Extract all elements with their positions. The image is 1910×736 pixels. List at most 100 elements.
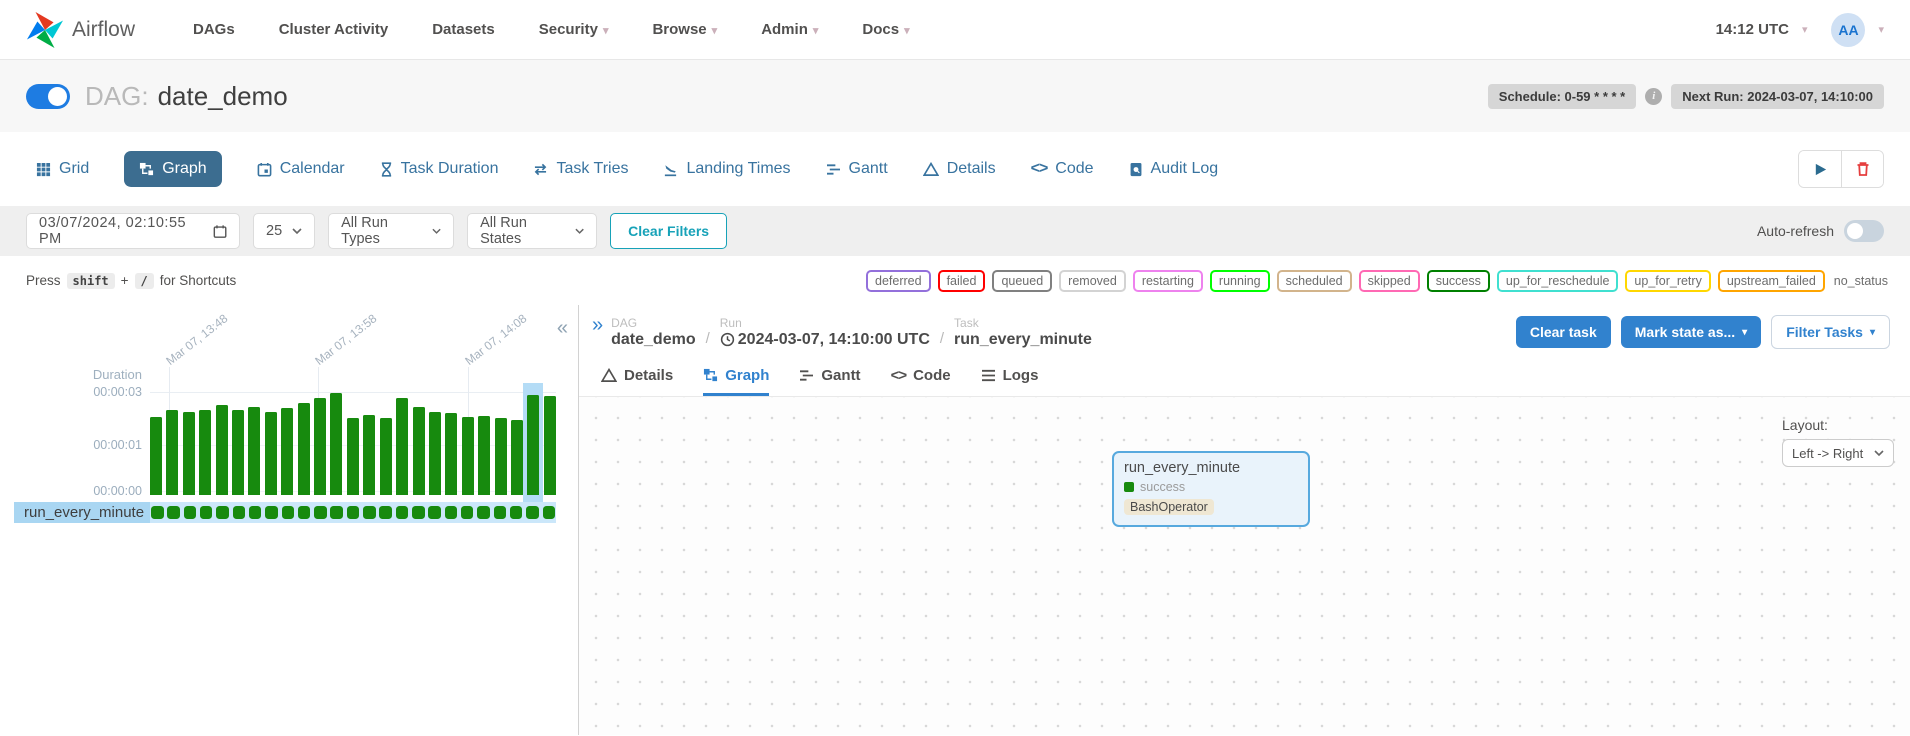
task-instance-square[interactable] [461,506,474,519]
status-badge-up-for-reschedule[interactable]: up_for_reschedule [1497,270,1619,292]
clear-task-button[interactable]: Clear task [1516,316,1611,348]
nav-item-datasets[interactable]: Datasets [432,21,495,38]
tab-landing-times[interactable]: Landing Times [663,160,790,178]
trigger-dag-button[interactable] [1799,151,1841,187]
duration-bar[interactable] [544,396,556,495]
detail-tab-logs[interactable]: Logs [981,357,1039,396]
task-instance-square[interactable] [428,506,441,519]
task-instance-square[interactable] [526,506,539,519]
task-instance-square[interactable] [282,506,295,519]
task-row-label[interactable]: run_every_minute [14,502,150,523]
status-badge-scheduled[interactable]: scheduled [1277,270,1352,292]
duration-bar[interactable] [199,410,211,495]
collapse-panel-icon[interactable]: « [557,317,568,340]
status-badge-skipped[interactable]: skipped [1359,270,1420,292]
duration-bar[interactable] [248,407,260,495]
airflow-brand[interactable]: Airflow [26,11,135,49]
task-instance-square[interactable] [396,506,409,519]
task-instance-square[interactable] [445,506,458,519]
status-badge-success[interactable]: success [1427,270,1490,292]
avatar[interactable]: AA [1831,13,1865,47]
nav-item-security[interactable]: Security▾ [539,21,609,38]
status-badge-restarting[interactable]: restarting [1133,270,1203,292]
tab-details[interactable]: Details [923,160,996,178]
duration-bar[interactable] [314,398,326,495]
page-size-select[interactable]: 25 [253,213,315,249]
duration-bar[interactable] [445,413,457,495]
duration-bar[interactable] [363,415,375,495]
detail-tab-graph[interactable]: Graph [703,357,769,396]
task-instance-square[interactable] [510,506,523,519]
duration-bar[interactable] [150,417,162,495]
tab-gantt[interactable]: Gantt [826,160,888,178]
delete-dag-button[interactable] [1841,151,1883,187]
nav-item-dags[interactable]: DAGs [193,21,235,38]
tab-audit-log[interactable]: Audit Log [1129,160,1219,178]
task-instance-square[interactable] [298,506,311,519]
detail-tab-code[interactable]: <>Code [891,357,951,396]
task-instance-square[interactable] [167,506,180,519]
detail-tab-details[interactable]: Details [601,357,673,396]
duration-bar[interactable] [396,398,408,495]
tab-task-duration[interactable]: Task Duration [380,160,499,178]
duration-bar[interactable] [429,412,441,495]
expand-panel-icon[interactable]: » [592,315,603,335]
nav-item-cluster-activity[interactable]: Cluster Activity [279,21,388,38]
dag-pause-toggle[interactable] [26,84,70,109]
task-instance-square[interactable] [265,506,278,519]
duration-bar[interactable] [495,418,507,495]
nav-item-admin[interactable]: Admin▾ [761,21,818,38]
breadcrumb-task-value[interactable]: run_every_minute [954,331,1092,349]
mark-state-button[interactable]: Mark state as... ▾ [1621,316,1761,348]
run-types-select[interactable]: All Run Types [328,213,454,249]
duration-bar[interactable] [478,416,490,495]
duration-bar[interactable] [527,395,539,495]
task-instance-square[interactable] [151,506,164,519]
task-instance-square[interactable] [494,506,507,519]
status-badge-removed[interactable]: removed [1059,270,1126,292]
duration-bar[interactable] [183,412,195,495]
duration-bar[interactable] [232,410,244,495]
duration-bar[interactable] [380,418,392,495]
clock-menu[interactable]: 14:12 UTC [1716,21,1789,38]
breadcrumb-dag-value[interactable]: date_demo [611,331,695,349]
status-badge-running[interactable]: running [1210,270,1270,292]
duration-bar[interactable] [330,393,342,495]
schedule-badge[interactable]: Schedule: 0-59 * * * * [1488,84,1636,109]
duration-bar[interactable] [281,408,293,495]
tab-code[interactable]: <>Code [1031,160,1094,178]
task-instance-square[interactable] [184,506,197,519]
nav-item-docs[interactable]: Docs▾ [862,21,909,38]
status-badge-up-for-retry[interactable]: up_for_retry [1625,270,1710,292]
breadcrumb-run-value[interactable]: 2024-03-07, 14:10:00 UTC [720,331,930,349]
task-instance-square[interactable] [314,506,327,519]
auto-refresh-toggle[interactable] [1844,220,1884,242]
task-instance-square[interactable] [330,506,343,519]
task-node[interactable]: run_every_minute success BashOperator [1112,451,1310,527]
run-states-select[interactable]: All Run States [467,213,597,249]
duration-bar[interactable] [462,417,474,495]
base-date-input[interactable]: 03/07/2024, 02:10:55 PM [26,213,240,249]
tab-task-tries[interactable]: Task Tries [533,160,628,178]
task-instance-square[interactable] [412,506,425,519]
detail-tab-gantt[interactable]: Gantt [799,357,860,396]
duration-bar[interactable] [413,407,425,495]
task-instance-square[interactable] [543,506,556,519]
duration-bar[interactable] [265,412,277,495]
status-badge-deferred[interactable]: deferred [866,270,931,292]
task-instance-square[interactable] [347,506,360,519]
task-instance-square[interactable] [216,506,229,519]
duration-bar[interactable] [166,410,178,495]
nav-item-browse[interactable]: Browse▾ [652,21,717,38]
status-badge-failed[interactable]: failed [938,270,986,292]
task-instance-square[interactable] [477,506,490,519]
graph-canvas[interactable]: run_every_minute success BashOperator La… [579,397,1910,735]
duration-bar[interactable] [298,403,310,495]
status-badge-upstream-failed[interactable]: upstream_failed [1718,270,1825,292]
status-badge-queued[interactable]: queued [992,270,1052,292]
task-instance-square[interactable] [363,506,376,519]
clear-filters-button[interactable]: Clear Filters [610,213,727,249]
task-instance-square[interactable] [379,506,392,519]
status-badge-no-status[interactable]: no_status [1832,272,1890,290]
task-instance-square[interactable] [249,506,262,519]
